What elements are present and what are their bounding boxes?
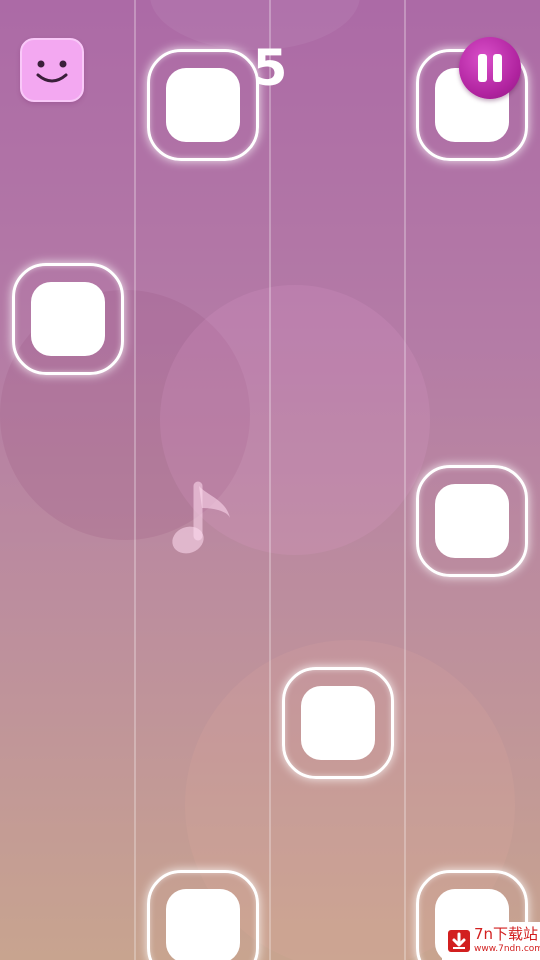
tile-core [166, 68, 240, 142]
lane-divider [404, 0, 406, 960]
pause-icon [459, 37, 521, 99]
watermark-brand: 7n下载站 [474, 925, 539, 943]
music-note-icon [172, 481, 230, 554]
lane-divider [269, 0, 271, 960]
tap-tile[interactable] [12, 263, 124, 375]
score-counter: 5 [252, 39, 288, 97]
tile-core [31, 282, 105, 356]
smiley-menu-button[interactable] [20, 38, 84, 102]
watermark-badge: 7n下载站 www.7ndn.com [442, 922, 540, 960]
pause-button[interactable] [459, 37, 521, 99]
tile-core [435, 484, 509, 558]
tap-tile[interactable] [416, 465, 528, 577]
tile-core [166, 889, 240, 960]
tap-tile[interactable] [282, 667, 394, 779]
lane-divider [134, 0, 136, 960]
watermark-url: www.7ndn.com [474, 944, 540, 954]
tile-core [301, 686, 375, 760]
tap-tile[interactable] [147, 870, 259, 960]
smiley-face-icon [36, 60, 68, 83]
download-arrow-icon [448, 930, 470, 952]
